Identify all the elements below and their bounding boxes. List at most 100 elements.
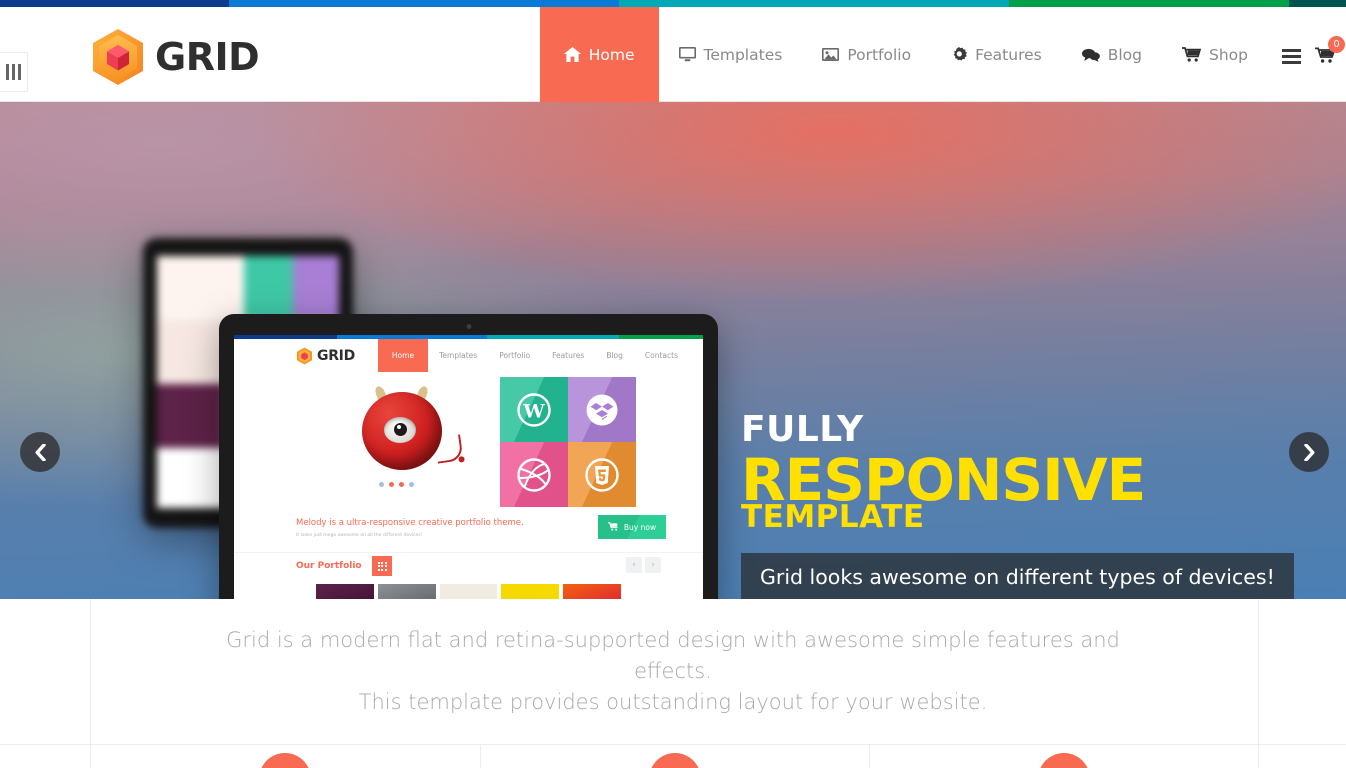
- feature-column-2[interactable]: [480, 745, 869, 768]
- nav-item-home[interactable]: Home: [539, 7, 659, 102]
- segment-darkteal: [1289, 0, 1346, 7]
- nav-label-blog: Blog: [1107, 45, 1142, 64]
- comments-icon: [1081, 48, 1100, 62]
- slider-dot[interactable]: [409, 482, 414, 487]
- cart-button[interactable]: 0: [1315, 36, 1345, 68]
- mini-portfolio-bar: Our Portfolio ‹ ›: [234, 552, 703, 584]
- grid-view-button[interactable]: [372, 556, 392, 576]
- mini-nav-features[interactable]: Features: [541, 339, 595, 372]
- feature-circle-icon: [259, 753, 311, 768]
- slider-dot[interactable]: [379, 482, 384, 487]
- chevron-right-icon: [1303, 443, 1314, 461]
- cart-icon: [1182, 47, 1201, 62]
- mini-logo-text: GRID: [317, 347, 355, 364]
- mini-portfolio-thumbs: [234, 584, 703, 599]
- dribbble-icon: [517, 457, 551, 492]
- hero-slider: GRID Home Templates Portfolio Features B…: [0, 102, 1346, 599]
- column-divider: [90, 599, 91, 744]
- portfolio-thumb[interactable]: [439, 584, 498, 599]
- segment-green: [1009, 0, 1289, 7]
- header-utility-group: 0: [1282, 36, 1345, 68]
- cart-count-badge: 0: [1328, 36, 1345, 53]
- nav-item-blog[interactable]: Blog: [1062, 7, 1162, 102]
- mini-promo-title: Melody is a ultra-responsive creative po…: [296, 518, 524, 528]
- portfolio-thumb[interactable]: [254, 584, 312, 599]
- vertical-bars-icon: [6, 64, 21, 80]
- feature-column-3[interactable]: [869, 745, 1258, 768]
- feature-column-1[interactable]: [90, 745, 480, 768]
- column-divider: [1258, 599, 1259, 744]
- mini-nav-contacts[interactable]: Contacts: [634, 339, 689, 372]
- intro-section: Grid is a modern flat and retina-support…: [0, 599, 1346, 744]
- gear-icon: [951, 46, 968, 63]
- mini-nav-portfolio[interactable]: Portfolio: [488, 339, 541, 372]
- slider-prev-button[interactable]: [20, 432, 60, 472]
- nav-label-shop: Shop: [1209, 45, 1248, 64]
- mini-nav-templates[interactable]: Templates: [428, 339, 488, 372]
- red-monster-mascot-icon: [362, 384, 464, 472]
- portfolio-prev-button[interactable]: ‹: [626, 557, 642, 573]
- monitor-icon: [678, 47, 696, 62]
- hexagon-cube-logo-icon: [90, 27, 146, 87]
- mini-promo-bar: Melody is a ultra-responsive creative po…: [234, 512, 703, 552]
- portfolio-thumb[interactable]: [625, 584, 684, 599]
- dropbox-tile[interactable]: [568, 377, 636, 442]
- portfolio-thumb[interactable]: [501, 584, 560, 599]
- dropbox-icon: [586, 394, 618, 425]
- feature-circle-icon: [648, 753, 701, 768]
- mini-feature-tiles: W: [500, 377, 636, 507]
- mini-portfolio-title: Our Portfolio: [296, 561, 362, 571]
- site-header: GRID Home Templates Portfolio Features B…: [0, 7, 1346, 102]
- slider-next-button[interactable]: [1289, 432, 1329, 472]
- laptop-screen: GRID Home Templates Portfolio Features B…: [234, 335, 703, 599]
- nav-label-templates: Templates: [703, 45, 783, 64]
- laptop-camera: [466, 324, 471, 329]
- laptop-device-mockup: GRID Home Templates Portfolio Features B…: [219, 314, 718, 599]
- portfolio-thumb[interactable]: [315, 584, 374, 599]
- home-icon: [563, 47, 581, 62]
- hero-subtitle: Grid looks awesome on different types of…: [741, 553, 1294, 599]
- slider-dot-active[interactable]: [389, 482, 394, 487]
- buy-now-button[interactable]: Buy now: [598, 515, 666, 539]
- segment-blue: [229, 0, 619, 7]
- portfolio-thumb[interactable]: [563, 584, 622, 599]
- nav-item-shop[interactable]: Shop: [1162, 7, 1268, 102]
- grid-icon: [377, 561, 387, 571]
- logo-text: GRID: [155, 35, 260, 79]
- column-divider: [1258, 745, 1259, 768]
- intro-text-line-2: This template provides outstanding layou…: [358, 689, 988, 714]
- html5-tile[interactable]: [568, 442, 636, 507]
- laptop-lid: GRID Home Templates Portfolio Features B…: [219, 314, 718, 599]
- nav-label-portfolio: Portfolio: [847, 45, 912, 64]
- nav-item-features[interactable]: Features: [931, 7, 1062, 102]
- portfolio-next-button[interactable]: ›: [645, 557, 661, 573]
- segment-navy: [0, 0, 229, 7]
- mini-nav-blog[interactable]: Blog: [595, 339, 634, 372]
- mini-portfolio-arrows: ‹ ›: [626, 557, 661, 573]
- intro-text-line-1: Grid is a modern flat and retina-support…: [226, 628, 1120, 684]
- wordpress-icon: W: [517, 392, 551, 427]
- mini-promo-subtitle: It looks just mega awesome on all the di…: [296, 533, 423, 538]
- main-navigation: Home Templates Portfolio Features Blog S…: [539, 7, 1268, 102]
- image-icon: [822, 47, 840, 62]
- sidebar-toggle-button[interactable]: [0, 52, 28, 92]
- wordpress-tile[interactable]: W: [500, 377, 568, 442]
- nav-item-portfolio[interactable]: Portfolio: [802, 7, 931, 102]
- mini-slider-dots[interactable]: [379, 482, 414, 487]
- dribbble-tile[interactable]: [500, 442, 568, 507]
- hexagon-cube-logo-icon: [296, 347, 313, 365]
- buy-now-label: Buy now: [623, 522, 657, 532]
- mini-site-header: GRID Home Templates Portfolio Features B…: [234, 339, 703, 372]
- mini-nav-home[interactable]: Home: [377, 339, 429, 372]
- slider-dot[interactable]: [399, 482, 404, 487]
- hero-line-1: FULLY: [741, 409, 864, 450]
- hamburger-icon[interactable]: [1282, 43, 1301, 64]
- intro-text: Grid is a modern flat and retina-support…: [198, 625, 1148, 718]
- site-logo[interactable]: GRID: [90, 27, 260, 87]
- mini-site-logo: GRID: [296, 347, 355, 365]
- portfolio-thumb[interactable]: [377, 584, 436, 599]
- hero-copy-block: FULLY RESPONSIVE TEMPLATE Grid looks awe…: [741, 412, 1294, 599]
- cart-icon: [607, 521, 619, 533]
- nav-item-templates[interactable]: Templates: [659, 7, 803, 102]
- html5-icon: [585, 457, 619, 492]
